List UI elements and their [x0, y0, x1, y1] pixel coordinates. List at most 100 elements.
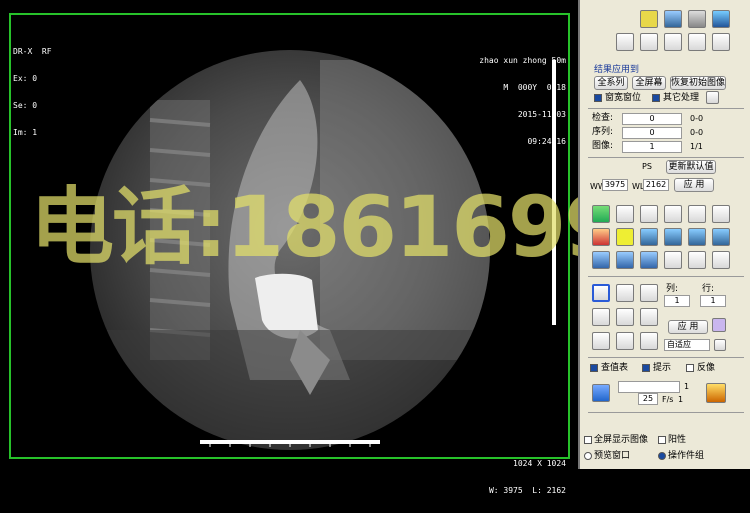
play-icon[interactable] [592, 384, 610, 402]
layout-2x1-icon[interactable] [640, 284, 658, 302]
pencil-icon[interactable] [688, 251, 706, 269]
window-checkbox[interactable] [594, 94, 602, 102]
invert-checkbox[interactable] [686, 364, 694, 372]
calculator-icon[interactable] [640, 10, 658, 28]
layout-4x5-icon[interactable] [616, 332, 634, 350]
col-label: 列: [666, 284, 679, 294]
exam-spinner[interactable]: 0 [622, 113, 682, 125]
series-label: Se: 0 [13, 101, 38, 110]
layout-3x3-icon[interactable] [640, 308, 658, 326]
overlay-top-right: zhao xun zhong 50m M 000Y 0018 2015-11-0… [479, 38, 566, 164]
positive-checkbox[interactable] [658, 436, 666, 444]
save-icon[interactable] [640, 33, 658, 51]
scan-icon[interactable] [616, 33, 634, 51]
layout-2x2-icon[interactable] [592, 308, 610, 326]
control-panel: 结果应用到 全系列 全屏幕 恢复初始图像 窗宽窗位 其它处理 检查: 0 0-0… [578, 0, 750, 469]
cross-icon[interactable] [616, 228, 634, 246]
edit-icon[interactable] [664, 33, 682, 51]
full-screen-button[interactable]: 全屏幕 [632, 76, 666, 90]
circle-icon[interactable] [640, 228, 658, 246]
all-series-button[interactable]: 全系列 [594, 76, 628, 90]
window-checkbox-label: 窗宽窗位 [605, 93, 642, 103]
fps-unit: F/s [662, 395, 674, 404]
tools-icon[interactable] [688, 10, 706, 28]
frame-slider[interactable] [618, 381, 680, 393]
apply-wl-button[interactable]: 应 用 [674, 178, 714, 192]
ruler-icon[interactable] [664, 205, 682, 223]
study-date: 2015-11-03 [517, 110, 566, 119]
divider [588, 157, 744, 158]
frame-value: 1 [684, 382, 690, 391]
scissors-icon[interactable] [688, 205, 706, 223]
operate-radio[interactable] [658, 452, 666, 460]
hint-checkbox-label: 提示 [653, 363, 672, 373]
grid-icon[interactable] [616, 205, 634, 223]
layout-2x3-icon[interactable] [616, 308, 634, 326]
print-icon[interactable] [688, 33, 706, 51]
fullscreen-display-label: 全屏显示图像 [594, 435, 649, 445]
redo-arrow-icon[interactable] [712, 251, 730, 269]
note-icon[interactable] [664, 251, 682, 269]
refresh-default-button[interactable]: 更新默认值 [666, 160, 716, 174]
watermark: 电话:1861699 [30, 178, 623, 276]
window-level: W: 3975 L: 2162 [488, 486, 566, 495]
mirror-icon[interactable] [640, 251, 658, 269]
series-spinner[interactable]: 0 [622, 127, 682, 139]
exam-range: 0-0 [690, 114, 704, 123]
wl-input[interactable]: 2162 [643, 179, 669, 191]
layout-1x1-icon[interactable] [592, 284, 610, 302]
monitor-icon[interactable] [664, 10, 682, 28]
contrast-icon[interactable] [592, 228, 610, 246]
other-checkbox-label: 其它处理 [663, 93, 700, 103]
apply-layout-button[interactable]: 应 用 [668, 320, 708, 334]
window-icon[interactable] [592, 251, 610, 269]
preview-radio[interactable] [584, 452, 592, 460]
rotate-left-icon[interactable] [688, 228, 706, 246]
row-spinner[interactable]: 1 [700, 295, 726, 307]
layout-5x5-icon[interactable] [640, 332, 658, 350]
divider [588, 412, 744, 413]
series-range: 0-0 [690, 128, 704, 137]
down-arrow-icon[interactable] [712, 318, 726, 332]
restore-image-button[interactable]: 恢复初始图像 [670, 76, 726, 90]
image-spinner[interactable]: 1 [622, 141, 682, 153]
lens-icon[interactable] [592, 205, 610, 223]
section-title: 结果应用到 [594, 65, 640, 75]
fps-input[interactable]: 25 [638, 393, 658, 405]
hint-checkbox[interactable] [642, 364, 650, 372]
dropdown-icon[interactable] [714, 339, 726, 351]
fullscreen-display-checkbox[interactable] [584, 436, 592, 444]
ps-label: PS [642, 162, 652, 171]
image-label: Im: 1 [13, 128, 38, 137]
row-label: 行: [702, 284, 715, 294]
preview-radio-label: 预览窗口 [594, 451, 631, 461]
settings-icon[interactable] [712, 33, 730, 51]
layout-1x2-icon[interactable] [616, 284, 634, 302]
fps-end: 1 [678, 395, 684, 404]
patient-info: M 000Y 0018 [503, 83, 566, 92]
col-spinner[interactable]: 1 [664, 295, 690, 307]
divider [588, 357, 744, 358]
save-settings-icon[interactable] [706, 91, 719, 104]
ellipse-icon[interactable] [664, 228, 682, 246]
layout-4x4-icon[interactable] [592, 332, 610, 350]
divider [588, 108, 744, 109]
lookup-checkbox[interactable] [590, 364, 598, 372]
magnifier-plus-icon[interactable] [640, 205, 658, 223]
fit-select[interactable]: 自适应 [664, 339, 710, 351]
divider [588, 276, 744, 277]
rotate-right-icon[interactable] [712, 228, 730, 246]
image-row-label: 图像: [592, 141, 614, 151]
other-checkbox[interactable] [652, 94, 660, 102]
image-viewer[interactable]: DR-X RF Ex: 0 Se: 0 Im: 1 zhao xun zhong… [0, 0, 623, 495]
film-icon[interactable] [706, 383, 726, 403]
exit-icon[interactable] [712, 10, 730, 28]
overlay-top-left: DR-X RF Ex: 0 Se: 0 Im: 1 [13, 29, 52, 155]
exam-row-label: 检查: [592, 113, 614, 123]
flip-icon[interactable] [616, 251, 634, 269]
ww-input[interactable]: 3975 [602, 179, 628, 191]
lookup-checkbox-label: 查值表 [601, 363, 629, 373]
series-row-label: 序列: [592, 127, 614, 137]
zoom-icon[interactable] [712, 205, 730, 223]
modality-label: DR-X RF [13, 47, 52, 56]
